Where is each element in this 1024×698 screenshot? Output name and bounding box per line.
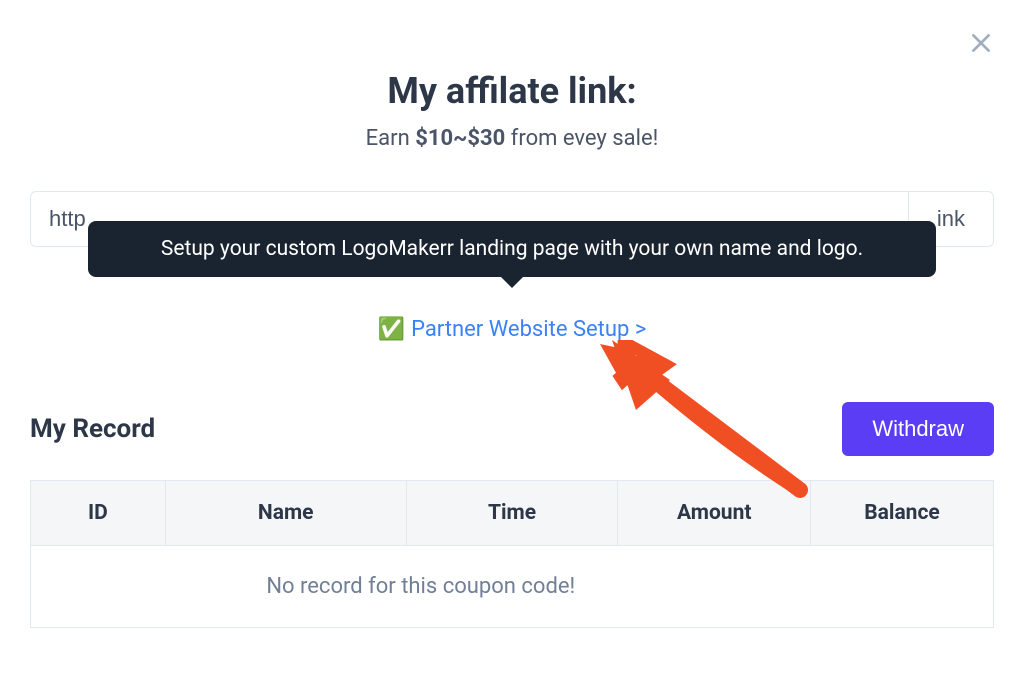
subtitle: Earn $10~$30 from evey sale!: [30, 126, 994, 151]
partner-website-setup-link[interactable]: Partner Website Setup >: [411, 317, 646, 342]
col-time: Time: [406, 481, 618, 546]
subtitle-suffix: from evey sale!: [505, 126, 658, 151]
close-button[interactable]: [968, 30, 994, 60]
empty-balance-cell: [811, 546, 994, 628]
subtitle-prefix: Earn: [366, 126, 416, 151]
check-icon: ✅: [378, 317, 405, 342]
table-empty-row: No record for this coupon code!: [31, 546, 994, 628]
table-header-row: ID Name Time Amount Balance: [31, 481, 994, 546]
tooltip-content: Setup your custom LogoMakerr landing pag…: [88, 221, 936, 277]
record-title: My Record: [30, 414, 155, 444]
empty-message: No record for this coupon code!: [31, 546, 811, 628]
partner-setup-row: ✅Partner Website Setup >: [30, 317, 994, 342]
record-header: My Record Withdraw: [30, 402, 994, 456]
col-id: ID: [31, 481, 166, 546]
close-icon: [968, 41, 994, 60]
col-name: Name: [165, 481, 406, 546]
subtitle-amount: $10~$30: [415, 126, 505, 151]
withdraw-button[interactable]: Withdraw: [842, 402, 994, 456]
col-amount: Amount: [618, 481, 811, 546]
record-table: ID Name Time Amount Balance No record fo…: [30, 480, 994, 628]
header: My affilate link: Earn $10~$30 from evey…: [30, 70, 994, 151]
col-balance: Balance: [811, 481, 994, 546]
page-title: My affilate link:: [30, 70, 994, 112]
tooltip: Setup your custom LogoMakerr landing pag…: [88, 221, 936, 277]
